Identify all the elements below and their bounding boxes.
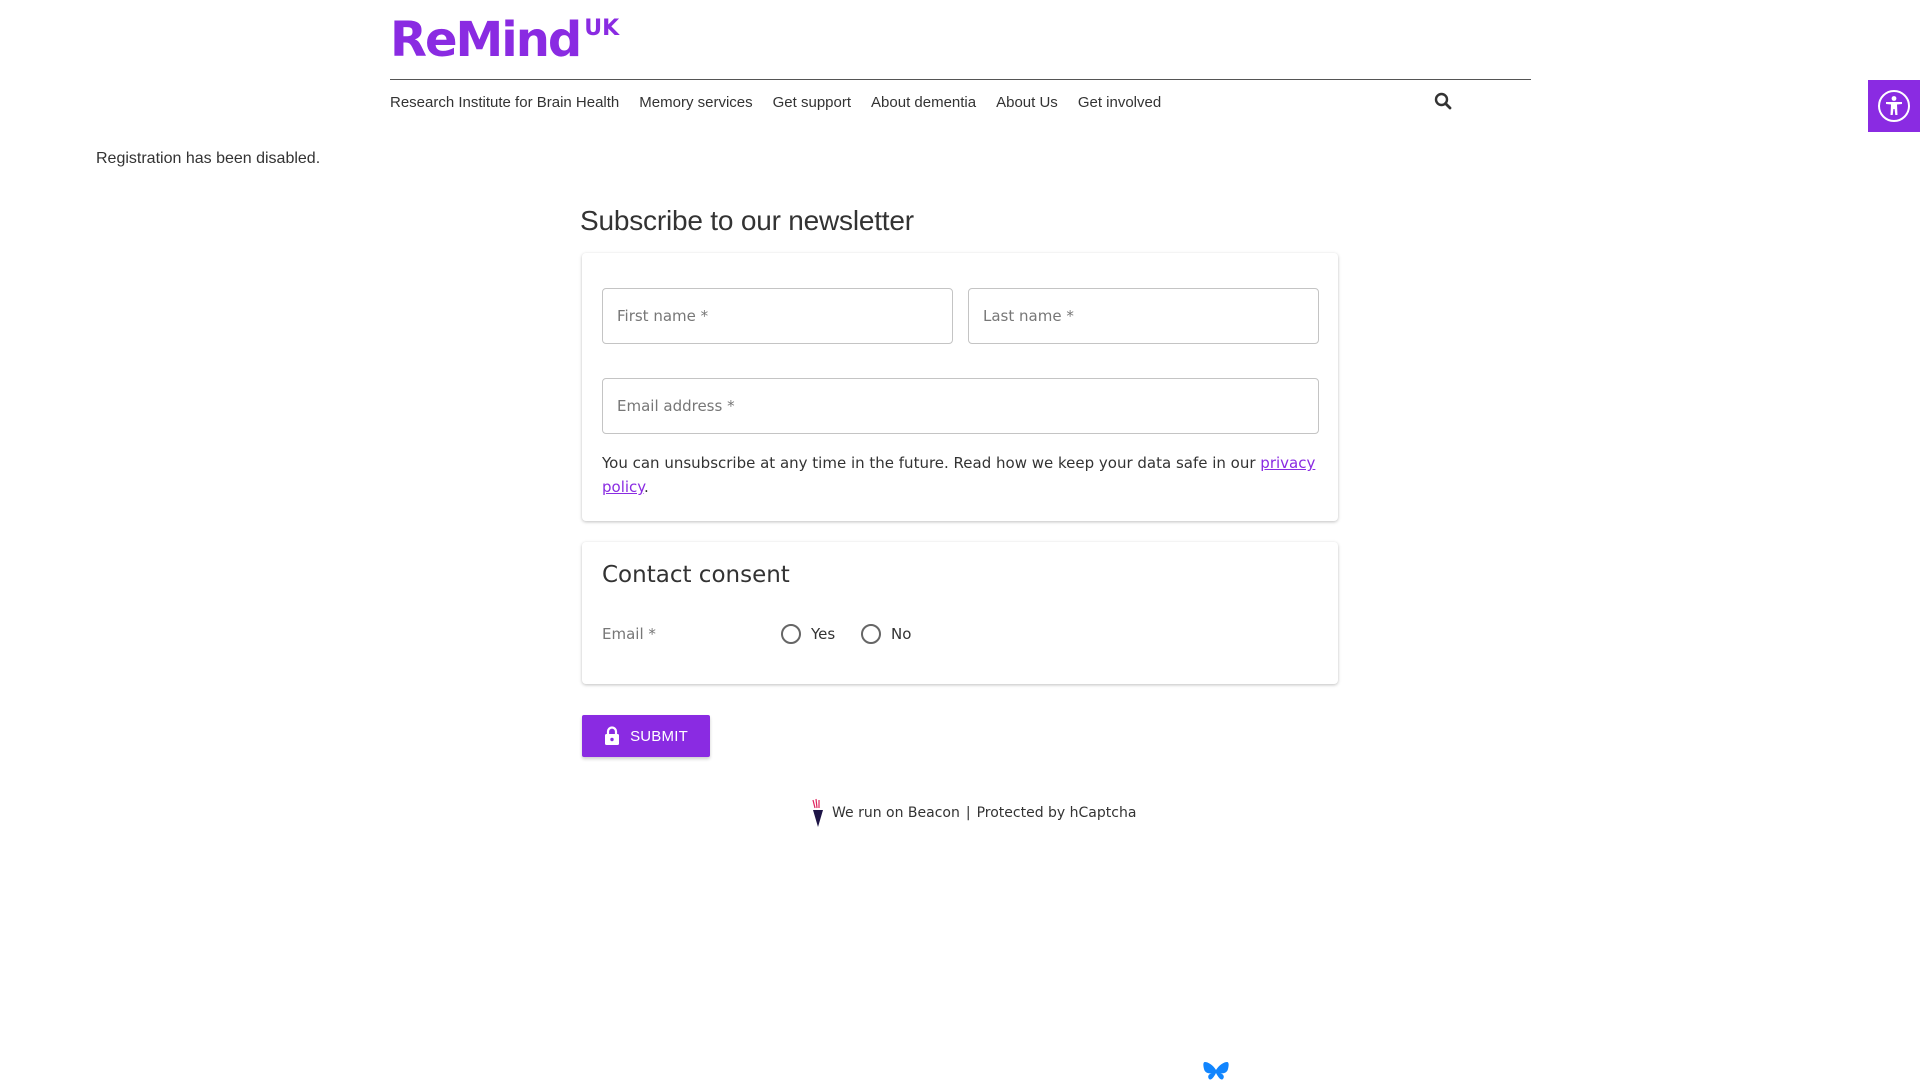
nav-item-get-support[interactable]: Get support (773, 94, 851, 111)
last-name-field (968, 288, 1319, 344)
nav-item-about-dementia[interactable]: About dementia (871, 94, 976, 111)
consent-title: Contact consent (602, 562, 790, 588)
last-name-input[interactable] (969, 289, 1318, 343)
radio-no-label: No (891, 625, 912, 643)
registration-notice: Registration has been disabled. (96, 150, 321, 167)
logo-superscript: UK (584, 16, 620, 41)
butterfly-icon[interactable] (1203, 1062, 1229, 1080)
footer-credits: We run on Beacon | Protected by hCaptcha (810, 798, 1136, 828)
consent-no-option[interactable]: No (861, 624, 911, 644)
contact-consent-card: Contact consent Email * Yes No (582, 542, 1338, 684)
nav-item-get-involved[interactable]: Get involved (1078, 94, 1161, 111)
privacy-note-text: You can unsubscribe at any time in the f… (602, 454, 1261, 472)
radio-no[interactable] (861, 624, 881, 644)
lock-icon (605, 726, 620, 745)
consent-email-label: Email * (602, 625, 656, 643)
beacon-icon (812, 798, 823, 827)
logo[interactable]: ReMind UK (390, 16, 619, 64)
footer-separator: | (965, 805, 971, 821)
email-input[interactable] (603, 379, 1318, 433)
accessibility-icon (1878, 90, 1910, 122)
first-name-input[interactable] (603, 289, 952, 343)
consent-yes-option[interactable]: Yes (781, 624, 835, 644)
form-title: Subscribe to our newsletter (580, 205, 914, 236)
nav-item-about-us[interactable]: About Us (996, 94, 1058, 111)
logo-text: ReMind (390, 12, 582, 68)
search-icon[interactable] (1434, 92, 1454, 112)
nav-item-research-institute[interactable]: Research Institute for Brain Health (390, 94, 619, 111)
newsletter-form: Subscribe to our newsletter You can unsu… (580, 205, 1338, 757)
privacy-note-end: . (644, 478, 649, 496)
hcaptcha-credit[interactable]: Protected by hCaptcha (977, 805, 1137, 821)
beacon-credit[interactable]: We run on Beacon (832, 805, 960, 821)
submit-label: SUBMIT (630, 727, 688, 745)
first-name-field (602, 288, 953, 344)
radio-yes-label: Yes (811, 625, 836, 643)
radio-yes[interactable] (781, 624, 801, 644)
main-nav: Research Institute for Brain Health Memo… (390, 94, 1161, 111)
nav-item-memory-services[interactable]: Memory services (639, 94, 752, 111)
header-divider (390, 79, 1531, 80)
email-field (602, 378, 1319, 434)
submit-button[interactable]: SUBMIT (582, 715, 710, 757)
accessibility-toolbar-button[interactable] (1868, 80, 1920, 132)
personal-details-card: You can unsubscribe at any time in the f… (582, 253, 1338, 521)
privacy-note: You can unsubscribe at any time in the f… (602, 451, 1322, 499)
